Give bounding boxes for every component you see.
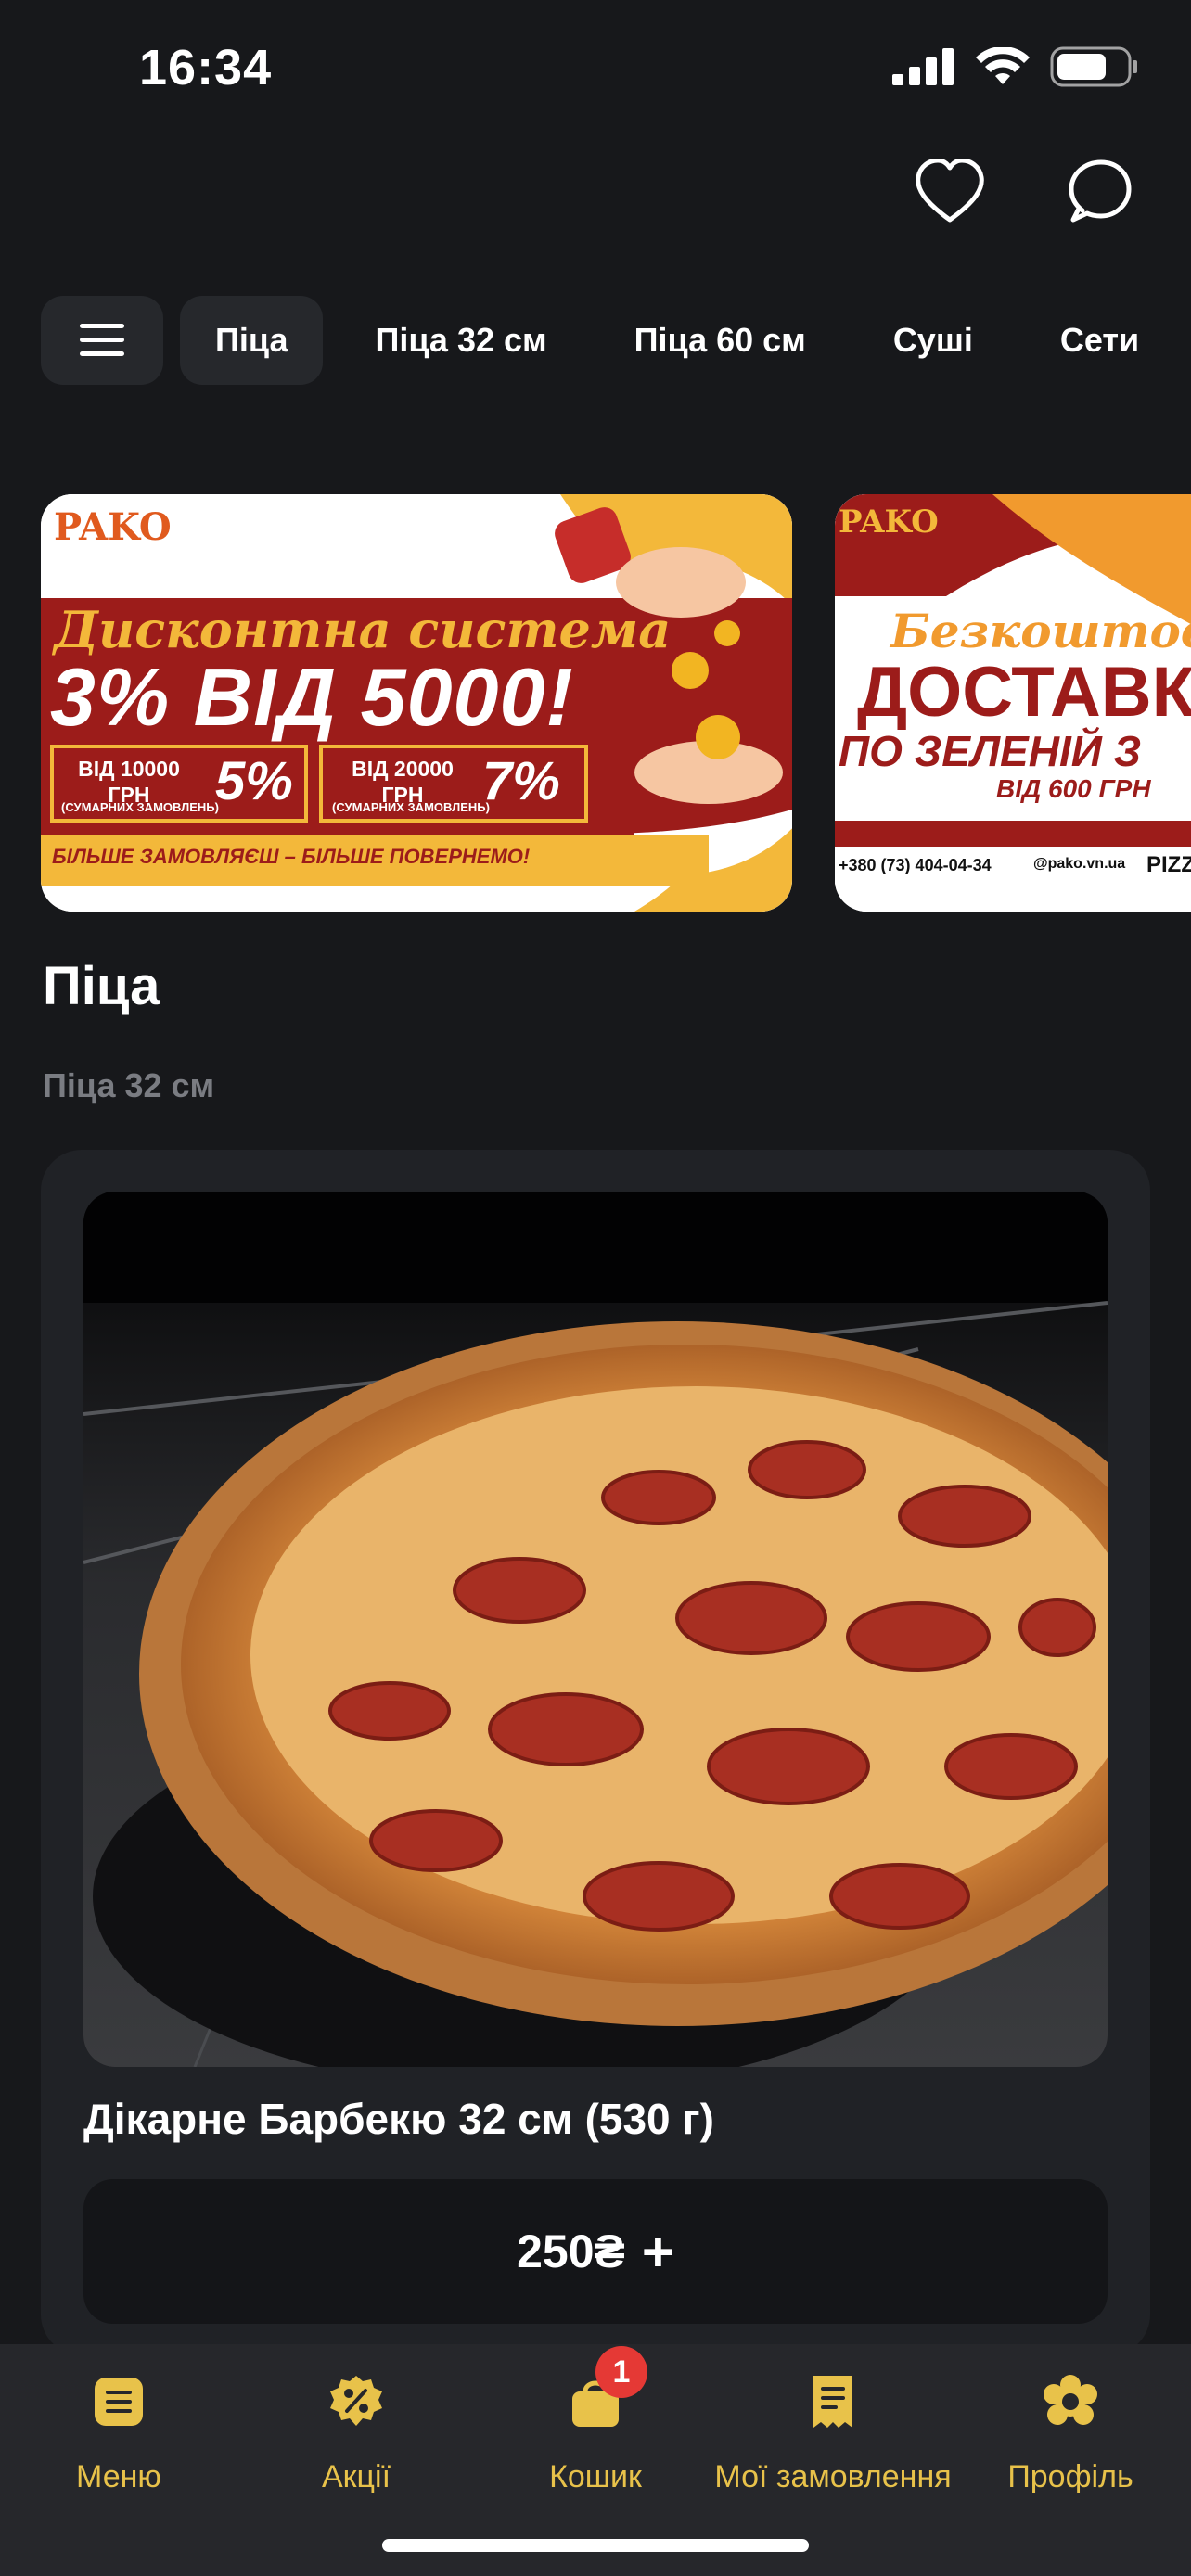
product-image[interactable] xyxy=(83,1192,1108,2067)
favorites-button[interactable] xyxy=(907,148,992,234)
product-price: 250₴ xyxy=(517,2225,625,2277)
pizza-photo xyxy=(83,1192,1108,2067)
banner-slogan: БІЛЬШЕ ЗАМОВЛЯЄШ – БІЛЬШЕ ПОВЕРНЕМО! xyxy=(52,845,531,868)
tier2-percent: 7% xyxy=(482,751,560,811)
battery-icon xyxy=(1050,46,1137,87)
tier1-percent: 5% xyxy=(215,751,293,811)
product-name[interactable]: Дікарне Барбекю 32 см (530 г) xyxy=(83,2094,714,2144)
promo-banner-discount[interactable]: PAKO Дисконтна система 3% ВІД 5000! ВІД … xyxy=(41,494,792,912)
tab-profile[interactable]: Профіль xyxy=(959,2363,1182,2495)
cellular-signal-icon xyxy=(892,48,954,85)
hamburger-icon xyxy=(80,324,124,356)
profile-icon xyxy=(1031,2363,1109,2441)
banner2-logo: PAKO xyxy=(839,504,939,541)
tab-promotions-label: Акції xyxy=(321,2459,391,2494)
discount-icon xyxy=(317,2363,395,2441)
section-title: Піца xyxy=(43,956,160,1016)
banner2-line1: Безкоштовн xyxy=(890,604,1191,658)
tab-promotions[interactable]: Акції xyxy=(245,2363,467,2495)
wifi-icon xyxy=(976,47,1030,84)
chat-bubble-icon xyxy=(1069,159,1132,223)
category-tab-sets[interactable]: Сети xyxy=(1025,296,1174,385)
heart-icon xyxy=(916,159,984,223)
tier1-note: (СУМАРНИХ ЗАМОВЛЕНЬ) xyxy=(61,800,219,814)
tab-profile-label: Профіль xyxy=(1007,2459,1133,2494)
banner-offer: 3% ВІД 5000! xyxy=(50,651,574,743)
category-tab-pizza[interactable]: Піца xyxy=(180,296,324,385)
banner2-line2: ДОСТАВК xyxy=(857,653,1191,732)
category-menu-button[interactable] xyxy=(41,296,163,385)
banner-logo: PAKO xyxy=(54,505,172,549)
home-indicator[interactable] xyxy=(382,2539,809,2552)
tab-orders[interactable]: Мої замовлення xyxy=(714,2363,952,2495)
tier2-note: (СУМАРНИХ ЗАМОВЛЕНЬ) xyxy=(332,800,490,814)
tab-orders-label: Мої замовлення xyxy=(714,2459,952,2494)
status-icons xyxy=(892,46,1139,87)
status-time: 16:34 xyxy=(139,40,273,96)
category-tab-pizza-32[interactable]: Піца 32 см xyxy=(339,296,582,385)
category-bar: Піца Піца 32 см Піца 60 см Суші Сети xyxy=(41,295,1174,386)
menu-list-icon xyxy=(80,2363,158,2441)
category-tab-pizza-60[interactable]: Піца 60 см xyxy=(599,296,841,385)
tab-menu-label: Меню xyxy=(76,2459,161,2494)
chat-button[interactable] xyxy=(1057,148,1143,234)
banner2-line3: ПО ЗЕЛЕНІЙ З xyxy=(839,727,1142,775)
plus-icon: + xyxy=(641,2220,674,2283)
banner2-line4: ВІД 600 ГРН xyxy=(996,774,1151,803)
category-tab-sushi[interactable]: Суші xyxy=(858,296,1008,385)
add-to-cart-button[interactable]: 250₴ + xyxy=(83,2179,1108,2324)
banner2-phone: +380 (73) 404-04-34 xyxy=(839,856,992,874)
receipt-icon xyxy=(794,2363,872,2441)
banner2-instagram: @pako.vn.ua xyxy=(1033,856,1126,872)
tab-cart[interactable]: 1 Кошик xyxy=(484,2346,707,2495)
cart-bag-icon: 1 xyxy=(557,2346,647,2441)
tab-cart-label: Кошик xyxy=(549,2459,642,2494)
section-subtitle: Піца 32 см xyxy=(43,1066,215,1104)
cart-badge: 1 xyxy=(596,2346,647,2398)
banner2-tail: PIZZ xyxy=(1146,852,1191,877)
promo-banner-delivery[interactable]: PAKO Безкоштовн ДОСТАВК ПО ЗЕЛЕНІЙ З ВІД… xyxy=(835,494,1191,912)
tab-menu[interactable]: Меню xyxy=(7,2363,230,2495)
